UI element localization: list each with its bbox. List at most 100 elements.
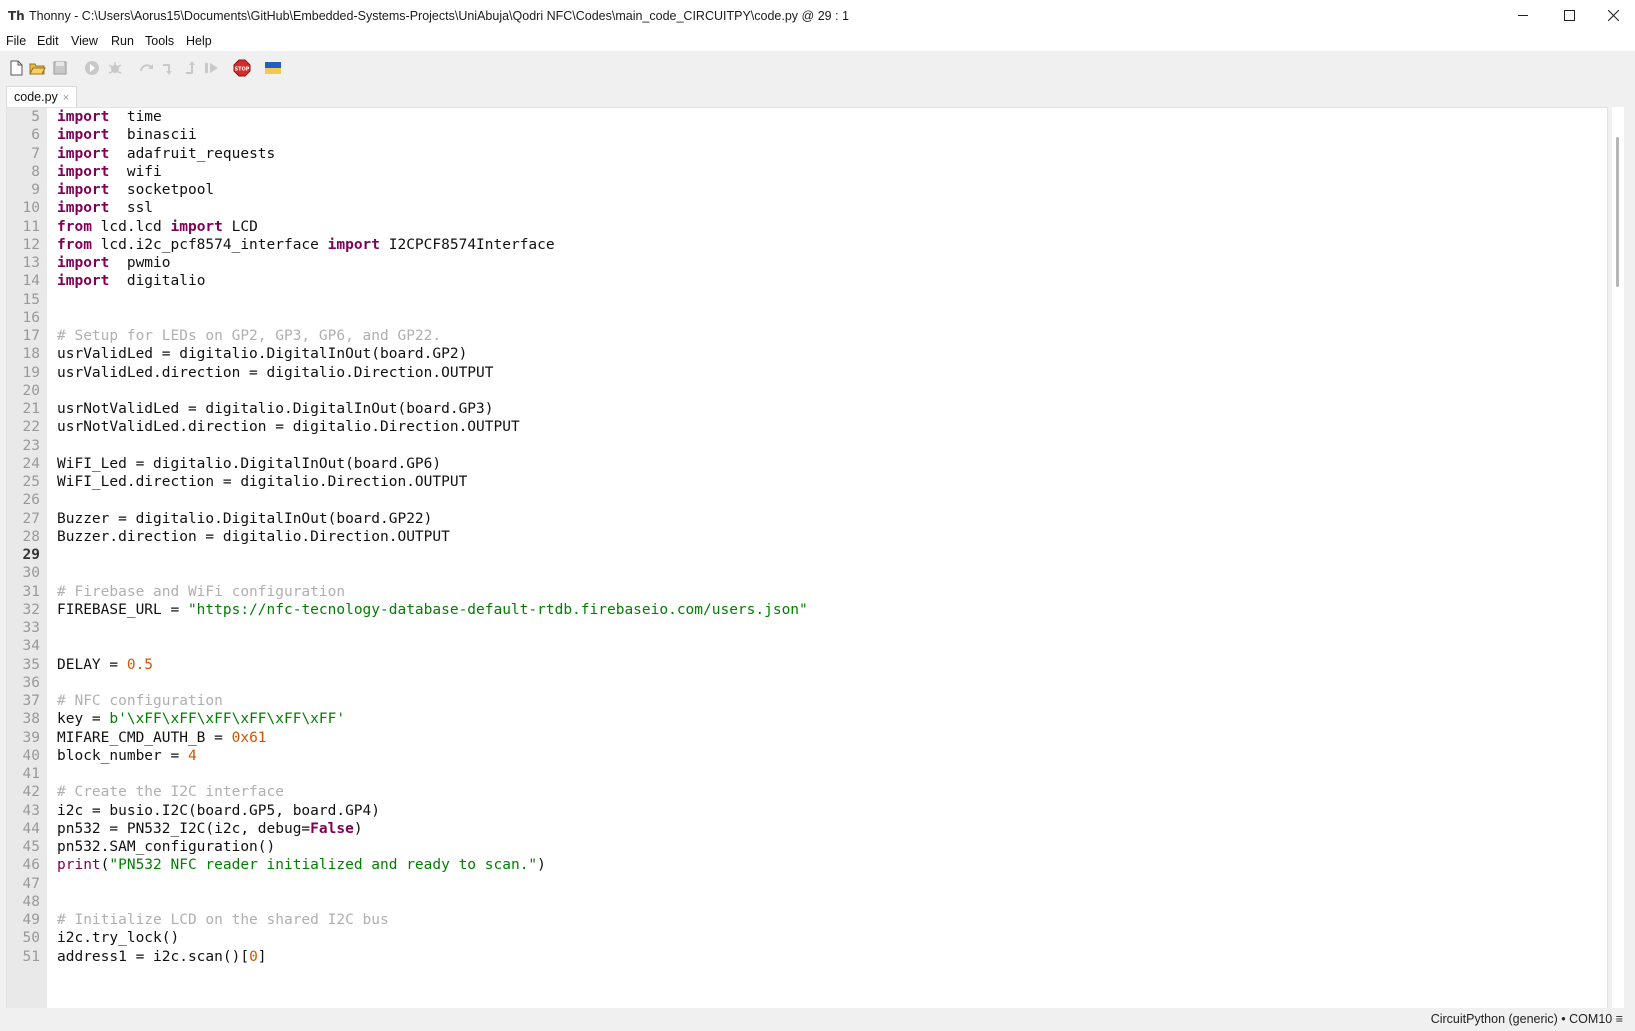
code-line[interactable]: 23 xyxy=(7,437,1607,456)
code-line[interactable]: 34 xyxy=(7,637,1607,656)
code-line[interactable]: 39 MIFARE_CMD_AUTH_B = 0x61 xyxy=(7,729,1607,748)
code-line[interactable]: 37 # NFC configuration xyxy=(7,692,1607,711)
line-number: 14 xyxy=(22,273,40,290)
code-text: address1 = i2c.scan()[0] xyxy=(57,948,267,967)
scrollbar-thumb[interactable] xyxy=(1616,137,1619,287)
code-line[interactable]: 18 usrValidLed = digitalio.DigitalInOut(b… xyxy=(7,345,1607,364)
code-token: 4 xyxy=(187,747,197,764)
code-line[interactable]: 17 # Setup for LEDs on GP2, GP3, GP6, and… xyxy=(7,327,1607,346)
menu-file[interactable]: File xyxy=(6,34,26,48)
code-token: # Initialize LCD on the shared I2C bus xyxy=(57,912,389,928)
menu-bar: File Edit View Run Tools Help xyxy=(0,31,1635,51)
line-number: 22 xyxy=(22,419,40,436)
code-line[interactable]: 6 import binascii xyxy=(7,126,1607,145)
tab-close-icon[interactable]: × xyxy=(63,92,69,104)
code-line[interactable]: 36 xyxy=(7,674,1607,693)
code-line[interactable]: 20 xyxy=(7,382,1607,401)
menu-run[interactable]: Run xyxy=(111,34,134,48)
line-number: 18 xyxy=(22,346,40,363)
line-number: 36 xyxy=(22,674,40,691)
code-line[interactable]: 40 block_number = 4 xyxy=(7,747,1607,766)
code-line[interactable]: 48 xyxy=(7,893,1607,912)
code-line[interactable]: 33 xyxy=(7,619,1607,638)
code-line[interactable]: 11 from lcd.lcd import LCD xyxy=(7,218,1607,237)
menu-tools[interactable]: Tools xyxy=(145,34,174,48)
interpreter-status[interactable]: CircuitPython (generic) • COM10 ≡ xyxy=(1431,1012,1623,1026)
code-line[interactable]: 51 address1 = i2c.scan()[0] xyxy=(7,948,1607,967)
code-text: usrNotValidLed.direction = digitalio.Dir… xyxy=(57,418,520,437)
code-token: usrNotValidLed = digitalio.DigitalInOut(… xyxy=(57,401,494,417)
ukraine-flag-icon[interactable] xyxy=(264,59,282,77)
code-line[interactable]: 15 xyxy=(7,291,1607,310)
code-line[interactable]: 29 xyxy=(7,546,1607,565)
debug-icon[interactable] xyxy=(106,59,124,77)
line-number: 38 xyxy=(22,711,40,728)
open-file-icon[interactable] xyxy=(28,59,46,77)
code-line[interactable]: 10 import ssl xyxy=(7,199,1607,218)
close-button[interactable] xyxy=(1590,0,1635,31)
step-out-icon[interactable] xyxy=(182,59,200,77)
code-token: import xyxy=(57,182,110,198)
code-line[interactable]: 44 pn532 = PN532_I2C(i2c, debug=False) xyxy=(7,820,1607,839)
code-line[interactable]: 43 i2c = busio.I2C(board.GP5, board.GP4) xyxy=(7,802,1607,821)
new-file-icon[interactable] xyxy=(7,59,25,77)
step-over-icon[interactable] xyxy=(138,59,156,77)
code-line[interactable]: 46 print("PN532 NFC reader initialized an… xyxy=(7,856,1607,875)
code-line[interactable]: 41 xyxy=(7,765,1607,784)
code-line[interactable]: 25 WiFI_Led.direction = digitalio.Directi… xyxy=(7,473,1607,492)
code-line[interactable]: 9 import socketpool xyxy=(7,181,1607,200)
code-text: DELAY = 0.5 xyxy=(57,656,153,675)
resume-icon[interactable] xyxy=(203,59,221,77)
code-line[interactable]: 21 usrNotValidLed = digitalio.DigitalInOu… xyxy=(7,400,1607,419)
code-token: i2c = busio.I2C(board.GP5, board.GP4) xyxy=(57,802,381,819)
code-line[interactable]: 38 key = b'\xFF\xFF\xFF\xFF\xFF\xFF' xyxy=(7,710,1607,729)
tab-code-py[interactable]: code.py × xyxy=(6,86,78,107)
toolbar: STOP xyxy=(0,51,1635,85)
code-line[interactable]: 8 import wifi xyxy=(7,163,1607,182)
code-token: ) xyxy=(353,820,363,837)
menu-view[interactable]: View xyxy=(71,34,98,48)
code-line[interactable]: 42 # Create the I2C interface xyxy=(7,783,1607,802)
thonny-app-icon: Th xyxy=(8,9,25,23)
line-number: 5 xyxy=(31,109,40,125)
code-line[interactable]: 22 usrNotValidLed.direction = digitalio.D… xyxy=(7,418,1607,437)
step-into-icon[interactable] xyxy=(160,59,178,77)
vertical-scrollbar[interactable] xyxy=(1612,107,1624,1008)
code-line[interactable]: 13 import pwmio xyxy=(7,254,1607,273)
code-line[interactable]: 31 # Firebase and WiFi configuration xyxy=(7,583,1607,602)
code-token: WiFI_Led = digitalio.DigitalInOut(board.… xyxy=(57,455,442,472)
code-line[interactable]: 19 usrValidLed.direction = digitalio.Dire… xyxy=(7,364,1607,383)
minimize-button[interactable] xyxy=(1500,0,1546,31)
line-number: 45 xyxy=(22,839,40,855)
code-token: i2c.try_lock() xyxy=(57,930,180,947)
menu-help[interactable]: Help xyxy=(186,34,212,48)
code-token: "https://nfc-tecnology-database-default-… xyxy=(187,601,808,618)
code-line[interactable]: 26 xyxy=(7,491,1607,510)
code-line[interactable]: 24 WiFI_Led = digitalio.DigitalInOut(boar… xyxy=(7,455,1607,474)
code-line[interactable]: 47 xyxy=(7,875,1607,894)
run-icon[interactable] xyxy=(83,59,101,77)
code-line[interactable]: 50 i2c.try_lock() xyxy=(7,929,1607,948)
code-line[interactable]: 16 xyxy=(7,309,1607,328)
menu-edit[interactable]: Edit xyxy=(37,34,59,48)
stop-icon[interactable]: STOP xyxy=(233,59,251,77)
code-line[interactable]: 5 import time xyxy=(7,108,1607,127)
maximize-button[interactable] xyxy=(1546,0,1592,31)
code-text: import time xyxy=(57,108,162,127)
code-line[interactable]: 7 import adafruit_requests xyxy=(7,145,1607,164)
code-line[interactable]: 32 FIREBASE_URL = "https://nfc-tecnology-… xyxy=(7,601,1607,620)
code-line[interactable]: 35 DELAY = 0.5 xyxy=(7,656,1607,675)
code-line[interactable]: 49 # Initialize LCD on the shared I2C bus xyxy=(7,911,1607,930)
save-icon[interactable] xyxy=(51,59,69,77)
code-line[interactable]: 14 import digitalio xyxy=(7,272,1607,291)
code-line[interactable]: 27 Buzzer = digitalio.DigitalInOut(board.… xyxy=(7,510,1607,529)
code-line[interactable]: 30 xyxy=(7,564,1607,583)
code-token: Buzzer.direction = digitalio.Direction.O… xyxy=(57,528,450,545)
code-token: "PN532 NFC reader initialized and ready … xyxy=(109,857,538,874)
code-line[interactable]: 12 from lcd.i2c_pcf8574_interface import … xyxy=(7,236,1607,255)
code-line[interactable]: 28 Buzzer.direction = digitalio.Direction… xyxy=(7,528,1607,547)
line-number: 31 xyxy=(22,583,40,600)
code-line[interactable]: 45 pn532.SAM_configuration() xyxy=(7,838,1607,857)
code-editor[interactable]: 5 import time 6 import binascii 7 import adaf… xyxy=(6,107,1608,1010)
code-token: ssl xyxy=(109,200,154,217)
